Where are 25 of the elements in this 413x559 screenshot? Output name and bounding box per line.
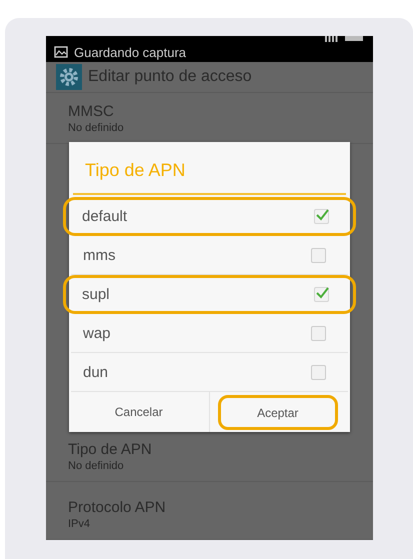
checkbox[interactable]: [311, 326, 326, 340]
setting-label: Tipo de APN: [68, 441, 153, 459]
setting-label: Protocolo APN: [68, 499, 167, 517]
battery-icon: [345, 36, 365, 42]
setting-label: MMSC: [68, 103, 115, 121]
setting-value: No definido: [68, 121, 125, 135]
signal-icon: [325, 36, 339, 42]
option-row[interactable]: mms: [71, 236, 348, 275]
image-icon: [54, 46, 68, 58]
dialog-title: Tipo de APN: [84, 159, 186, 182]
screen-title: Editar punto de acceso: [88, 68, 252, 86]
option-row[interactable]: wap: [71, 314, 348, 353]
checkbox[interactable]: [314, 209, 329, 224]
dialog-button[interactable]: Cancelar: [69, 392, 210, 432]
checkbox[interactable]: [311, 364, 326, 380]
checkbox[interactable]: [311, 248, 326, 262]
dialog-button[interactable]: Aceptar: [218, 395, 338, 430]
option-row[interactable]: default: [63, 197, 356, 236]
option-row[interactable]: dun: [71, 353, 348, 392]
option-row[interactable]: supl: [63, 275, 356, 314]
setting-value: IPv4: [68, 517, 92, 531]
notification-text: Guardando captura: [74, 46, 186, 60]
setting-value: No definido: [68, 459, 125, 473]
checkbox[interactable]: [314, 287, 329, 302]
settings-icon[interactable]: [56, 64, 82, 90]
